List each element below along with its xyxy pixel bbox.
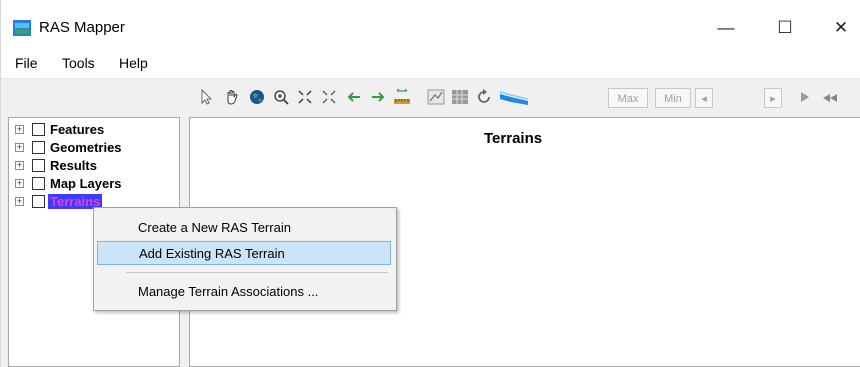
measure-ruler-icon[interactable] bbox=[393, 88, 411, 106]
zoom-extent-out-icon[interactable] bbox=[320, 88, 338, 106]
minimize-button[interactable]: — bbox=[706, 14, 746, 42]
pointer-icon[interactable] bbox=[198, 88, 216, 106]
window-title: RAS Mapper bbox=[39, 19, 125, 36]
zoom-in-icon[interactable] bbox=[272, 88, 290, 106]
menu-file[interactable]: File bbox=[15, 55, 38, 71]
expand-icon[interactable]: + bbox=[15, 125, 24, 134]
step-back-icon[interactable] bbox=[821, 88, 839, 106]
menu-tools[interactable]: Tools bbox=[62, 55, 95, 71]
raster-grid-icon[interactable] bbox=[451, 88, 469, 106]
menu-item-add-existing-terrain[interactable]: Add Existing RAS Terrain bbox=[97, 241, 391, 265]
ras-mapper-window: RAS Mapper — ☐ ✕ File Tools Help Max Min… bbox=[0, 0, 860, 367]
menu-bar: File Tools Help bbox=[1, 48, 860, 79]
close-button[interactable]: ✕ bbox=[821, 14, 860, 42]
play-icon[interactable] bbox=[796, 88, 814, 106]
tree-item-label: Features bbox=[50, 122, 105, 137]
animation-ribbon-icon[interactable] bbox=[499, 88, 529, 106]
checkbox[interactable] bbox=[32, 195, 45, 208]
back-arrow-icon[interactable] bbox=[345, 88, 363, 106]
rotate-icon[interactable] bbox=[475, 88, 493, 106]
menu-item-manage-terrain-associations[interactable]: Manage Terrain Associations ... bbox=[97, 280, 391, 304]
checkbox[interactable] bbox=[32, 159, 45, 172]
slider-left-button[interactable]: ◂ bbox=[695, 88, 713, 108]
ras-mapper-app-icon bbox=[13, 20, 31, 36]
checkbox[interactable] bbox=[32, 141, 45, 154]
map-title: Terrains bbox=[484, 130, 543, 147]
checkbox[interactable] bbox=[32, 123, 45, 136]
title-bar: RAS Mapper — ☐ ✕ bbox=[1, 0, 860, 48]
pan-hand-icon[interactable] bbox=[223, 88, 241, 106]
globe-icon[interactable] bbox=[248, 88, 266, 106]
tree-item-label: Geometries bbox=[50, 140, 122, 155]
tree-item-label: Map Layers bbox=[50, 176, 122, 191]
expand-icon[interactable]: + bbox=[15, 143, 24, 152]
zoom-extent-in-icon[interactable] bbox=[296, 88, 314, 106]
expand-icon[interactable]: + bbox=[15, 179, 24, 188]
checkbox[interactable] bbox=[32, 177, 45, 190]
menu-help[interactable]: Help bbox=[119, 55, 148, 71]
profile-plot-icon[interactable] bbox=[427, 88, 445, 106]
maximize-button[interactable]: ☐ bbox=[765, 14, 805, 42]
menu-separator bbox=[126, 272, 388, 273]
slider-right-button[interactable]: ▸ bbox=[764, 88, 782, 108]
tree-item-label: Results bbox=[50, 158, 97, 173]
forward-arrow-icon[interactable] bbox=[369, 88, 387, 106]
toolbar: Max Min ◂ ▸ bbox=[1, 79, 860, 113]
max-button[interactable]: Max bbox=[608, 88, 648, 108]
expand-icon[interactable]: + bbox=[15, 197, 24, 206]
menu-item-create-new-terrain[interactable]: Create a New RAS Terrain bbox=[97, 216, 391, 240]
min-button[interactable]: Min bbox=[655, 88, 691, 108]
expand-icon[interactable]: + bbox=[15, 161, 24, 170]
context-menu: Create a New RAS Terrain Add Existing RA… bbox=[93, 207, 397, 311]
